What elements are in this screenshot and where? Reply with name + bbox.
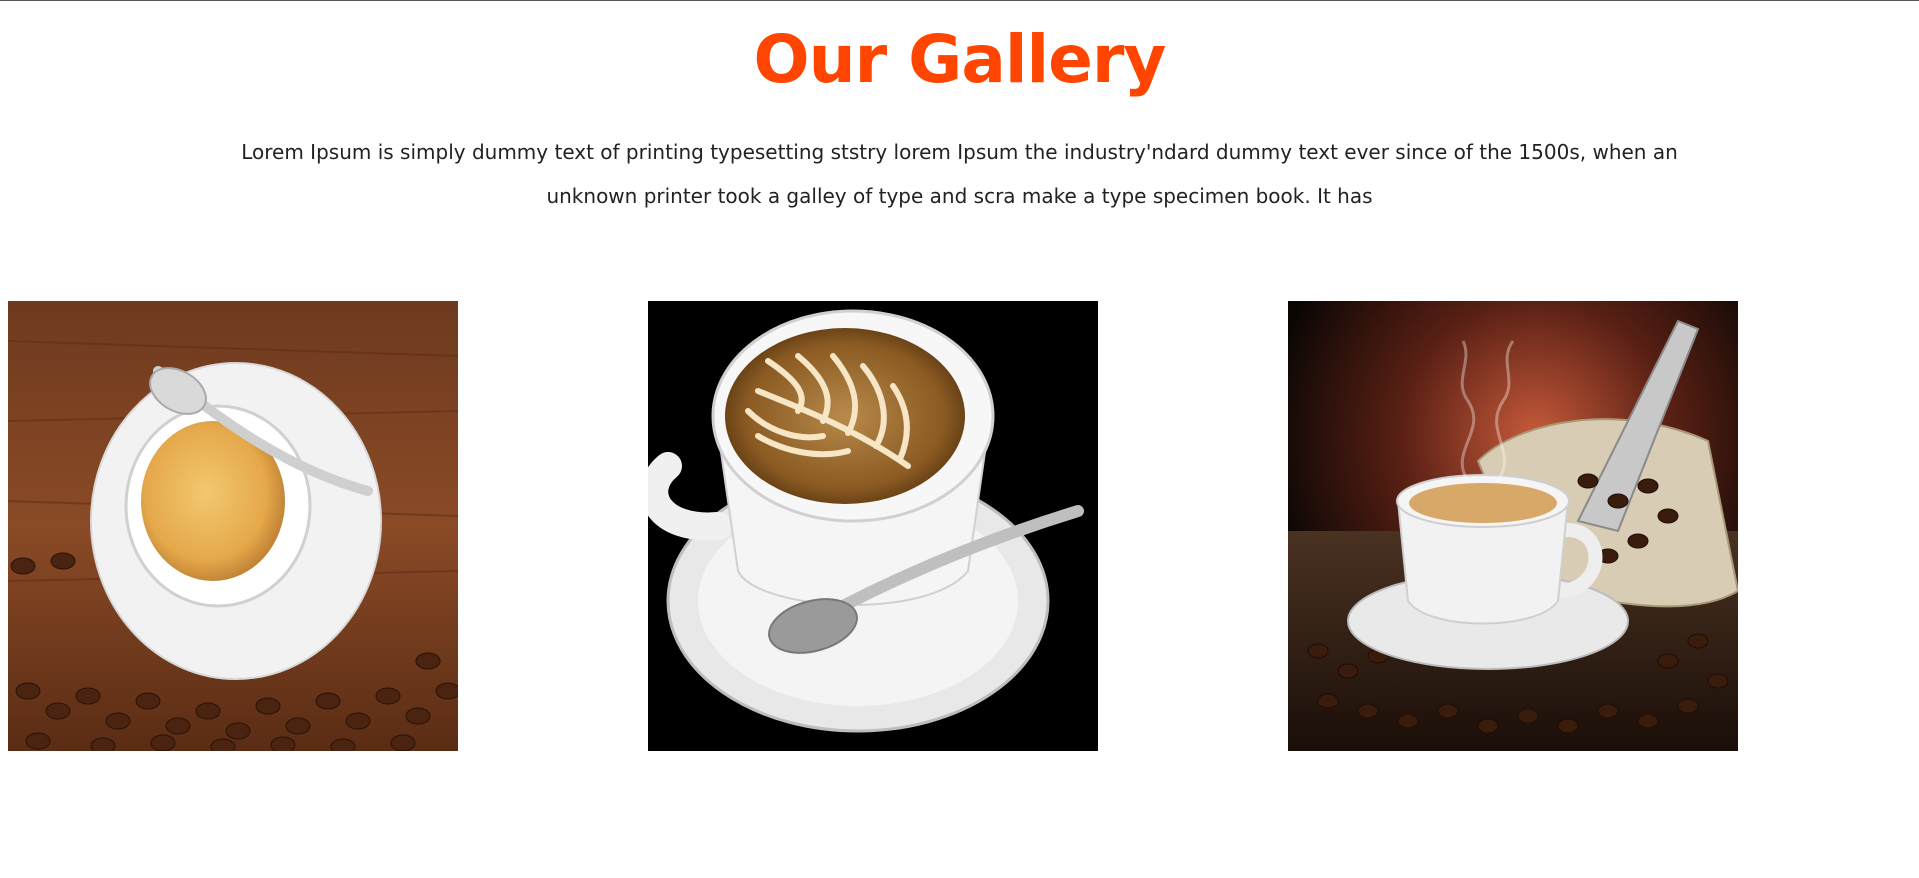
gallery-description: Lorem Ipsum is simply dummy text of prin…	[241, 140, 1678, 208]
latte-art-cup-on-black-image	[648, 301, 1098, 751]
top-divider	[0, 0, 1919, 1]
gallery-image-3	[1288, 301, 1738, 751]
coffee-cup-with-beans-sack-and-scoop-image	[1288, 301, 1738, 751]
espresso-cup-on-wood-with-beans-image	[8, 301, 458, 751]
gallery-title: Our Gallery	[753, 21, 1167, 98]
gallery-image-1	[8, 301, 458, 751]
gallery-image-2	[648, 301, 1098, 751]
